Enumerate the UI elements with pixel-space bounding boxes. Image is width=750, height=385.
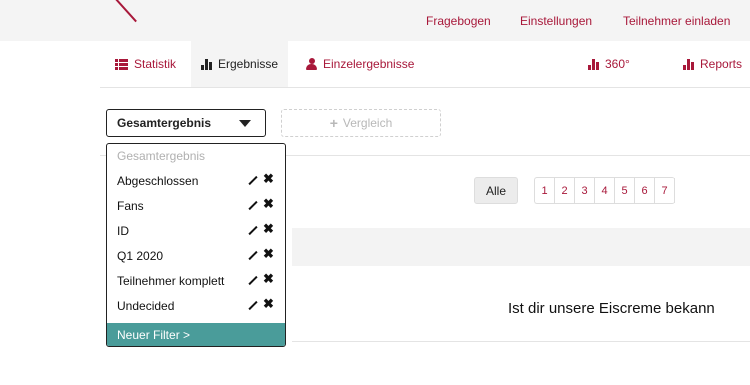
user-icon bbox=[306, 58, 317, 70]
tab-ergebnisse-label: Ergebnisse bbox=[218, 57, 279, 71]
pagination: 1 2 3 4 5 6 7 bbox=[534, 177, 675, 204]
page-button[interactable]: 7 bbox=[655, 178, 675, 203]
filter-option-label: Gesamtergebnis bbox=[117, 149, 206, 163]
filter-option-fans[interactable]: Fans ✖ bbox=[107, 194, 285, 218]
pencil-icon[interactable] bbox=[247, 275, 257, 287]
bar-chart-icon bbox=[201, 58, 212, 70]
filter-option-label: Undecided bbox=[117, 299, 175, 313]
nav-teilnehmer-einladen[interactable]: Teilnehmer einladen bbox=[623, 14, 730, 28]
pencil-icon[interactable] bbox=[247, 225, 257, 237]
filter-select[interactable]: Gesamtergebnis bbox=[106, 109, 266, 137]
plus-icon: + bbox=[329, 115, 338, 131]
new-filter-label: Neuer Filter > bbox=[117, 327, 191, 342]
close-icon[interactable]: ✖ bbox=[263, 197, 274, 210]
page-button[interactable]: 6 bbox=[635, 178, 655, 203]
sub-navigation: Statistik Ergebnisse Einzelergebnisse 36… bbox=[0, 41, 750, 87]
tab-360-label: 360° bbox=[605, 57, 630, 71]
tab-reports-label: Reports bbox=[700, 57, 743, 71]
page-button[interactable]: 4 bbox=[595, 178, 615, 203]
close-icon[interactable]: ✖ bbox=[263, 172, 274, 185]
filter-option-label: ID bbox=[117, 224, 129, 238]
filter-option-abgeschlossen[interactable]: Abgeschlossen ✖ bbox=[107, 169, 285, 193]
filter-option-label: Q1 2020 bbox=[117, 249, 164, 263]
tab-reports[interactable]: Reports bbox=[683, 41, 742, 87]
filter-select-value: Gesamtergebnis bbox=[117, 116, 212, 130]
tab-statistik[interactable]: Statistik bbox=[115, 41, 176, 87]
page-button[interactable]: 2 bbox=[555, 178, 575, 203]
bar-chart-icon bbox=[683, 58, 694, 70]
page-all-label: Alle bbox=[485, 183, 506, 198]
pencil-icon[interactable] bbox=[247, 200, 257, 212]
divider bbox=[292, 341, 750, 342]
page-button[interactable]: 1 bbox=[535, 178, 555, 203]
filter-option-gesamtergebnis[interactable]: Gesamtergebnis bbox=[107, 144, 285, 168]
page-all-button[interactable]: Alle bbox=[474, 177, 518, 204]
add-comparison-label: Vergleich bbox=[342, 116, 393, 130]
divider bbox=[100, 87, 750, 88]
tab-einzelergebnisse[interactable]: Einzelergebnisse bbox=[306, 41, 414, 87]
close-icon[interactable]: ✖ bbox=[263, 222, 274, 235]
tab-einzelergebnisse-label: Einzelergebnisse bbox=[323, 57, 415, 71]
filter-dropdown-menu: Gesamtergebnis Abgeschlossen ✖ Fans ✖ ID… bbox=[106, 143, 286, 347]
new-filter-button[interactable]: Neuer Filter > bbox=[107, 323, 285, 346]
pencil-icon[interactable] bbox=[247, 300, 257, 312]
logo-mark bbox=[110, 0, 137, 23]
close-icon[interactable]: ✖ bbox=[263, 297, 274, 310]
close-icon[interactable]: ✖ bbox=[263, 247, 274, 260]
nav-fragebogen[interactable]: Fragebogen bbox=[426, 14, 491, 28]
close-icon[interactable]: ✖ bbox=[263, 272, 274, 285]
filter-option-label: Fans bbox=[117, 199, 144, 213]
filter-option-label: Teilnehmer komplett bbox=[117, 274, 225, 288]
top-bar: Fragebogen Einstellungen Teilnehmer einl… bbox=[0, 0, 750, 41]
filter-option-q1-2020[interactable]: Q1 2020 ✖ bbox=[107, 244, 285, 268]
page-button[interactable]: 5 bbox=[615, 178, 635, 203]
nav-einstellungen[interactable]: Einstellungen bbox=[520, 14, 592, 28]
tab-statistik-label: Statistik bbox=[134, 57, 177, 71]
tab-360[interactable]: 360° bbox=[588, 41, 630, 87]
caret-down-icon bbox=[239, 120, 251, 127]
pencil-icon[interactable] bbox=[247, 175, 257, 187]
bar-chart-icon bbox=[588, 58, 599, 70]
filter-option-id[interactable]: ID ✖ bbox=[107, 219, 285, 243]
page-button[interactable]: 3 bbox=[575, 178, 595, 203]
filter-option-label: Abgeschlossen bbox=[117, 174, 199, 188]
add-comparison-button[interactable]: + Vergleich bbox=[281, 109, 441, 137]
list-icon bbox=[115, 58, 128, 70]
question-title: Ist dir unsere Eiscreme bekann bbox=[508, 300, 715, 317]
filter-option-teilnehmer-komplett[interactable]: Teilnehmer komplett ✖ bbox=[107, 269, 285, 293]
tab-ergebnisse[interactable]: Ergebnisse bbox=[191, 41, 289, 87]
question-header-band bbox=[292, 228, 750, 266]
pencil-icon[interactable] bbox=[247, 250, 257, 262]
filter-option-undecided[interactable]: Undecided ✖ bbox=[107, 294, 285, 318]
